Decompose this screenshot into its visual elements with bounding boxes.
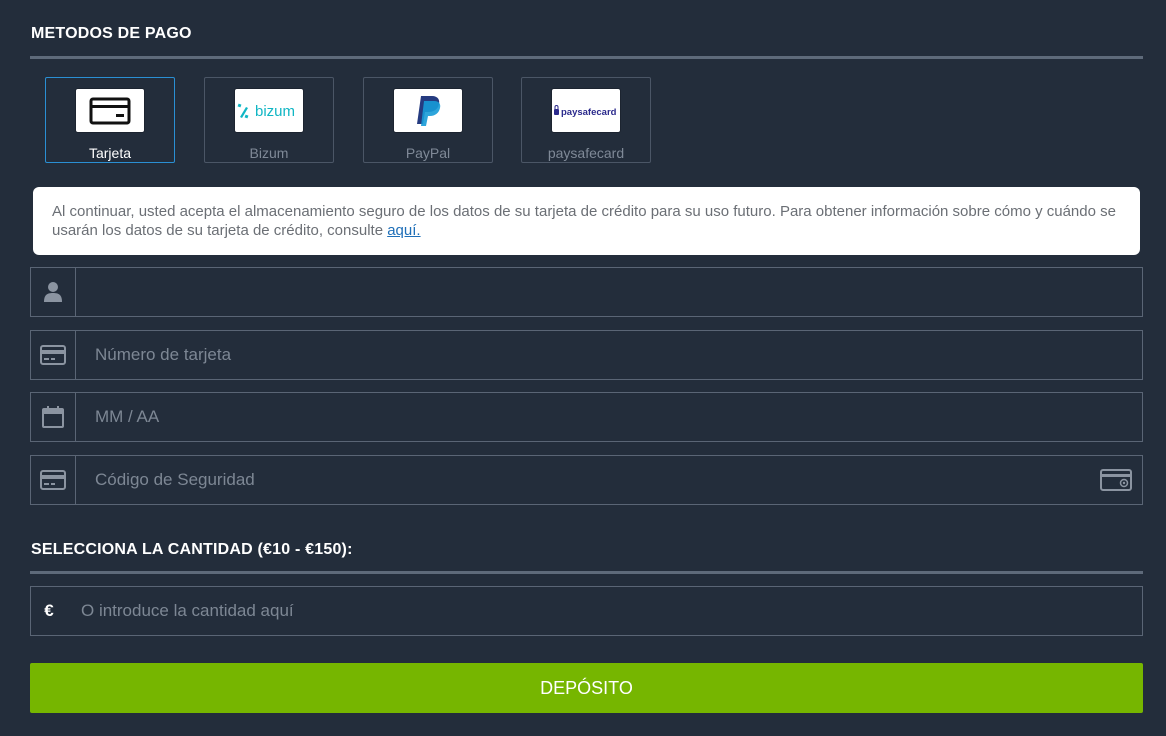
method-tarjeta[interactable]: Tarjeta <box>45 77 175 163</box>
amount-title: SELECCIONA LA CANTIDAD (€10 - €150): <box>31 541 353 558</box>
card-storage-notice: Al continuar, usted acepta el almacenami… <box>33 187 1140 255</box>
card-icon <box>40 345 66 365</box>
payment-methods: Tarjeta bizum Bizum PayPal paysafecard p… <box>30 77 1143 163</box>
amount-divider <box>30 571 1143 574</box>
method-bizum[interactable]: bizum Bizum <box>204 77 334 163</box>
payment-methods-title: METODOS DE PAGO <box>31 25 192 42</box>
expiry-input[interactable] <box>76 393 1142 441</box>
bizum-logo-icon: bizum <box>237 103 295 120</box>
paysafecard-logo-text: paysafecard <box>561 107 617 118</box>
card-number-field <box>30 330 1143 380</box>
paypal-logo-icon <box>417 95 441 126</box>
method-label: PayPal <box>405 145 451 161</box>
bizum-logo-text: bizum <box>255 103 295 120</box>
bizum-logo: bizum <box>234 88 304 133</box>
payment-methods-divider <box>30 56 1143 59</box>
card-icon <box>89 97 131 124</box>
notice-link[interactable]: aquí. <box>387 222 420 239</box>
amount-field: € <box>30 586 1143 636</box>
paypal-logo <box>393 88 463 133</box>
card-logo <box>75 88 145 133</box>
euro-symbol: € <box>44 601 54 620</box>
method-paypal[interactable]: PayPal <box>363 77 493 163</box>
card-addon <box>31 456 76 504</box>
cvv-card-icon <box>1100 469 1132 491</box>
cardholder-input[interactable] <box>76 268 1142 316</box>
calendar-icon <box>42 406 64 428</box>
deposit-button[interactable]: DEPÓSITO <box>30 663 1143 713</box>
payment-page: METODOS DE PAGO Tarjeta bizum Bizum PayP… <box>0 0 1166 736</box>
method-label: Tarjeta <box>88 145 132 161</box>
card-icon <box>40 470 66 490</box>
method-label: paysafecard <box>547 145 625 161</box>
notice-text: Al continuar, usted acepta el almacenami… <box>52 203 1116 239</box>
paysafecard-logo-icon: paysafecard <box>554 104 617 118</box>
method-paysafecard[interactable]: paysafecard paysafecard <box>521 77 651 163</box>
cvv-hint[interactable] <box>1090 456 1142 504</box>
method-label: Bizum <box>249 145 289 161</box>
cardholder-field <box>30 267 1143 317</box>
amount-input[interactable] <box>67 587 1142 635</box>
paysafecard-logo: paysafecard <box>551 88 621 133</box>
user-icon <box>44 282 62 302</box>
calendar-addon <box>31 393 76 441</box>
card-number-input[interactable] <box>76 331 1142 379</box>
cvv-field <box>30 455 1143 505</box>
cvv-input[interactable] <box>76 456 1090 504</box>
user-addon <box>31 268 76 316</box>
card-addon <box>31 331 76 379</box>
expiry-field <box>30 392 1143 442</box>
